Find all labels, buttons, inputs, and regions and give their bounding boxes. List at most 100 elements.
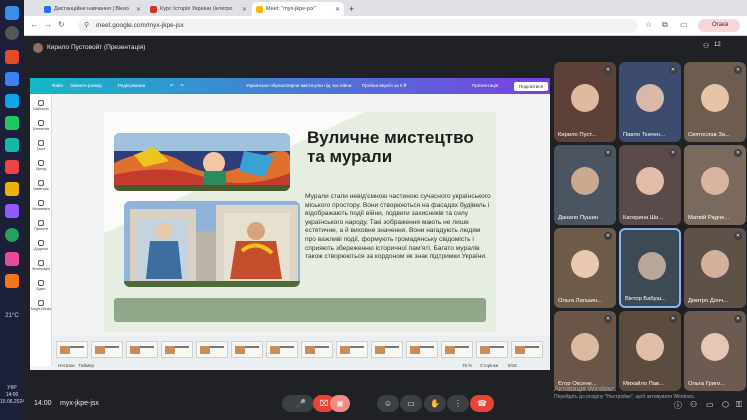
canva-edit-button[interactable]: Редагування bbox=[118, 83, 145, 88]
page-thumbnail[interactable] bbox=[126, 341, 158, 358]
page-thumbnail[interactable] bbox=[56, 341, 88, 358]
participant-avatar bbox=[636, 167, 664, 195]
app-icon[interactable] bbox=[5, 50, 19, 64]
raise-hand-button[interactable]: ✋ bbox=[424, 395, 446, 412]
sidebar-item-text[interactable]: Текст bbox=[30, 140, 52, 151]
page-thumbnail[interactable] bbox=[406, 341, 438, 358]
present-button[interactable]: ▭ bbox=[400, 395, 422, 412]
page-thumbnail[interactable] bbox=[336, 341, 368, 358]
participant-tile[interactable]: ✕ Данило Пушин bbox=[554, 145, 616, 225]
emoji-button[interactable]: ☺ bbox=[377, 395, 399, 412]
timer-button[interactable]: Таймер bbox=[78, 363, 94, 368]
bookmark-icon[interactable]: ☆ bbox=[645, 20, 652, 29]
close-icon[interactable]: ✕ bbox=[136, 6, 141, 13]
page-thumbnail[interactable] bbox=[301, 341, 333, 358]
participant-tile[interactable]: ✕ Кирило Пуст... bbox=[554, 62, 616, 142]
mic-button[interactable]: 🎤 bbox=[288, 395, 314, 412]
app-icon[interactable] bbox=[5, 182, 19, 196]
back-icon[interactable]: ← bbox=[30, 20, 38, 29]
start-icon[interactable] bbox=[5, 6, 19, 20]
zoom-level[interactable]: 75 % bbox=[462, 363, 472, 368]
participant-tile[interactable]: ✕ Ольга Григо... bbox=[684, 311, 746, 391]
activities-icon[interactable]: ⬡ bbox=[722, 400, 729, 409]
search-icon[interactable] bbox=[5, 26, 19, 40]
pages-button[interactable]: Сторінки bbox=[480, 363, 498, 368]
mic-off-icon: ✕ bbox=[669, 66, 677, 74]
app-icon[interactable] bbox=[5, 252, 19, 266]
sidebar-item-draw[interactable]: Малювати bbox=[30, 200, 52, 211]
app-icon[interactable] bbox=[5, 274, 19, 288]
people-icon[interactable]: ⚇ bbox=[703, 42, 709, 50]
sidebar-item-photos[interactable]: Фотографії bbox=[30, 260, 52, 271]
sidebar-item-brand[interactable]: Бренд bbox=[30, 160, 52, 171]
browser-tab[interactable]: Курс Історія України (інтегро ✕ bbox=[146, 2, 251, 16]
info-icon[interactable]: ⓘ bbox=[674, 400, 682, 411]
participant-name: Катерина Ши... bbox=[623, 215, 664, 221]
participant-tile[interactable]: ✕ Єгор Оксене... bbox=[554, 311, 616, 391]
canva-file-menu[interactable]: Файл bbox=[52, 83, 63, 88]
participant-tile[interactable]: ✕ Матвій Радче... bbox=[684, 145, 746, 225]
app-icon[interactable] bbox=[5, 204, 19, 218]
page-thumbnail[interactable] bbox=[91, 341, 123, 358]
folder-icon bbox=[38, 220, 44, 226]
slide-title[interactable]: Вуличне мистецтво та мурали bbox=[307, 128, 487, 166]
app-icon[interactable] bbox=[5, 160, 19, 174]
page-thumbnail[interactable] bbox=[371, 341, 403, 358]
page-thumbnail[interactable] bbox=[511, 341, 543, 358]
page-thumbnail[interactable] bbox=[266, 341, 298, 358]
participant-tile[interactable]: ✕ Святослав За... bbox=[684, 62, 746, 142]
people-icon[interactable]: ⚇ bbox=[690, 400, 697, 409]
new-tab-button[interactable]: + bbox=[346, 2, 360, 16]
page-thumbnail[interactable] bbox=[231, 341, 263, 358]
canva-trial-button[interactable]: Пробна версія за 0 ₴ bbox=[362, 83, 406, 88]
sidebar-item-elements[interactable]: Елементи bbox=[30, 120, 52, 131]
elements-icon bbox=[38, 120, 44, 126]
chrome-icon[interactable] bbox=[5, 228, 19, 242]
notes-button[interactable]: Нотатки Таймер bbox=[58, 363, 94, 368]
page-thumbnail[interactable] bbox=[441, 341, 473, 358]
app-icon[interactable] bbox=[5, 72, 19, 86]
page-thumbnail[interactable] bbox=[476, 341, 508, 358]
sidebar-item-templates[interactable]: Шаблони bbox=[30, 100, 52, 111]
sidebar-item-uploads[interactable]: Завантаж. bbox=[30, 180, 52, 191]
reload-icon[interactable]: ↻ bbox=[58, 20, 65, 29]
participant-avatar bbox=[571, 250, 599, 278]
slide-body-text[interactable]: Мурали стали невід'ємною частиною сучасн… bbox=[305, 193, 491, 262]
app-icon[interactable] bbox=[5, 94, 19, 108]
profile-button[interactable]: Огаєв bbox=[698, 19, 740, 32]
canva-share-button[interactable]: Поділитися bbox=[514, 82, 548, 91]
participant-name: Кирило Пуст... bbox=[558, 132, 597, 138]
canva-resize-button[interactable]: Змінити розмір bbox=[70, 83, 102, 88]
close-icon[interactable]: ✕ bbox=[242, 6, 247, 13]
page-thumbnail[interactable] bbox=[161, 341, 193, 358]
participant-tile[interactable]: ✕ Дмитро Донч... bbox=[684, 228, 746, 308]
page-thumbnail[interactable] bbox=[196, 341, 228, 358]
undo-icon[interactable]: ↶ bbox=[170, 83, 174, 89]
sidebar-item-projects[interactable]: Проєкти bbox=[30, 220, 52, 231]
lang-indicator: УКР bbox=[7, 385, 17, 391]
browser-tab[interactable]: Дистанційне навчання | Вікно ✕ bbox=[40, 2, 145, 16]
chat-icon[interactable]: ▭ bbox=[706, 400, 714, 409]
app-icon[interactable] bbox=[5, 138, 19, 152]
camera-toggle-button[interactable]: ▣ bbox=[330, 395, 350, 412]
forward-icon[interactable]: → bbox=[44, 20, 52, 29]
participant-tile[interactable]: ✕ Михайло Пав... bbox=[619, 311, 681, 391]
lock-icon[interactable]: ⚿ bbox=[736, 400, 742, 410]
sidepanel-icon[interactable]: ▭ bbox=[680, 20, 688, 29]
participant-tile-speaking[interactable]: Віктор Бабуш... bbox=[619, 228, 681, 308]
sidebar-item-video[interactable]: Відео bbox=[30, 280, 52, 291]
more-actions-button[interactable]: ⋮ bbox=[447, 395, 469, 412]
leave-call-button[interactable]: ☎ bbox=[470, 395, 494, 412]
participant-tile[interactable]: ✕ Ольга Лапшин... bbox=[554, 228, 616, 308]
participant-tile[interactable]: ✕ Катерина Ши... bbox=[619, 145, 681, 225]
app-icon[interactable] bbox=[5, 116, 19, 130]
participant-tile[interactable]: ✕ Павло Ткачен... bbox=[619, 62, 681, 142]
site-info-icon[interactable]: ⚲ bbox=[84, 21, 89, 29]
browser-tab-active[interactable]: Meet: "myx-jkpe-jsx" ✕ bbox=[252, 2, 344, 16]
sidebar-item-magic-media[interactable]: Magic Media bbox=[30, 300, 52, 311]
canva-present-button[interactable]: Презентація bbox=[472, 83, 498, 88]
close-icon[interactable]: ✕ bbox=[335, 6, 340, 13]
redo-icon[interactable]: ↷ bbox=[180, 83, 184, 89]
sidebar-item-apps[interactable]: Додатки bbox=[30, 240, 52, 251]
extensions-icon[interactable]: ⧉ bbox=[662, 20, 668, 30]
